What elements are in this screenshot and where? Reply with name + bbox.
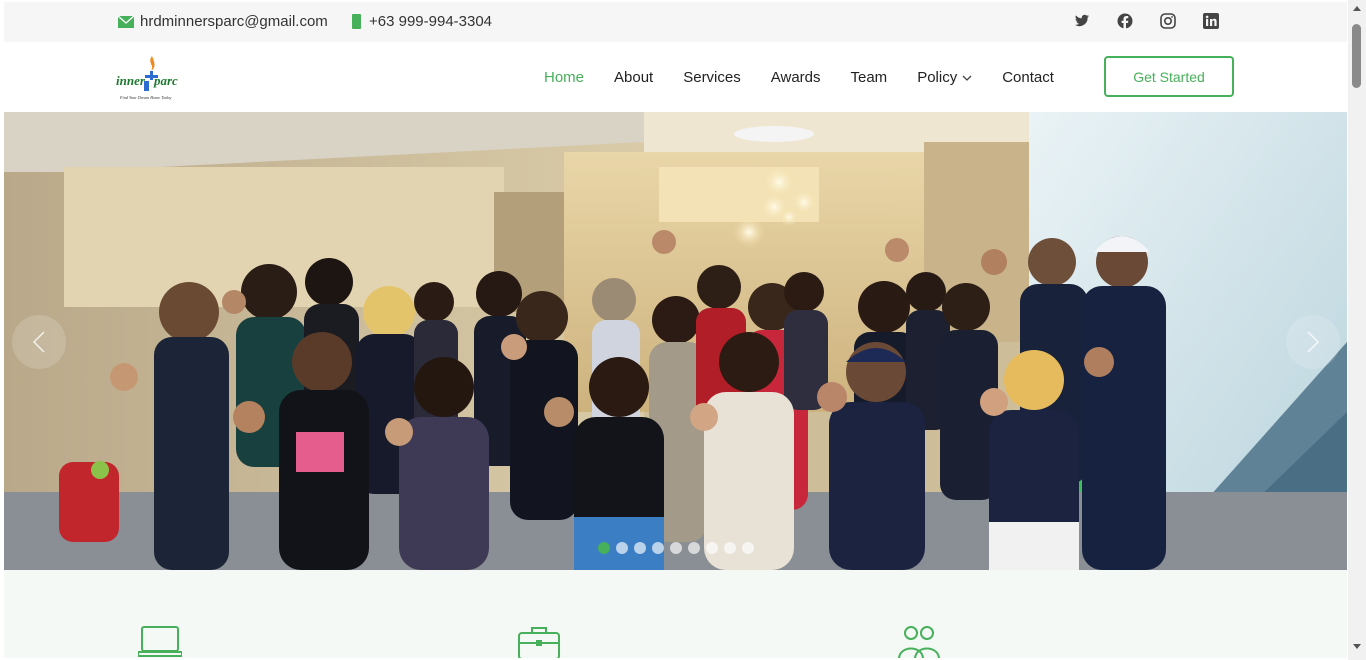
nav-item-policy[interactable]: Policy: [917, 69, 972, 86]
svg-text:inner: inner: [116, 73, 146, 88]
carousel-dot[interactable]: [706, 542, 718, 554]
carousel-next-button[interactable]: [1286, 315, 1340, 369]
people-icon: [898, 626, 940, 658]
carousel-indicators: [598, 542, 754, 554]
chevron-down-icon: [962, 75, 972, 81]
get-started-button[interactable]: Get Started: [1104, 56, 1234, 97]
email-link[interactable]: hrdminnersparc@gmail.com: [118, 13, 328, 30]
page: hrdminnersparc@gmail.com +63 999-994-330…: [4, 2, 1347, 658]
hero-carousel: [4, 112, 1347, 570]
nav-item-team[interactable]: Team: [851, 69, 888, 86]
linkedin-icon[interactable]: [1203, 13, 1219, 29]
features-section: [4, 570, 1347, 658]
carousel-dot[interactable]: [598, 542, 610, 554]
carousel-prev-button[interactable]: [12, 315, 66, 369]
laptop-icon: [138, 626, 182, 657]
carousel-dot[interactable]: [742, 542, 754, 554]
email-text: hrdminnersparc@gmail.com: [140, 13, 328, 30]
phone-link[interactable]: +63 999-994-3304: [352, 13, 492, 30]
carousel-dot[interactable]: [652, 542, 664, 554]
logo[interactable]: inner parc Find Your Dream Home Today: [116, 54, 186, 104]
nav-item-home[interactable]: Home: [544, 69, 584, 86]
scroll-down-arrow[interactable]: [1353, 644, 1361, 649]
nav-item-policy-label: Policy: [917, 69, 958, 86]
header: inner parc Find Your Dream Home Today Ho…: [4, 42, 1347, 112]
nav-item-awards[interactable]: Awards: [771, 69, 821, 86]
briefcase-icon: [518, 627, 560, 658]
nav-item-contact[interactable]: Contact: [1002, 69, 1054, 86]
phone-text: +63 999-994-3304: [369, 13, 493, 30]
chevron-right-icon: [1307, 331, 1320, 353]
envelope-icon: [118, 15, 134, 28]
carousel-dot[interactable]: [670, 542, 682, 554]
social-links: [1074, 13, 1219, 29]
phone-icon: [352, 14, 361, 29]
instagram-icon[interactable]: [1160, 13, 1176, 29]
scrollbar-thumb[interactable]: [1352, 24, 1361, 88]
topbar: hrdminnersparc@gmail.com +63 999-994-330…: [4, 2, 1347, 42]
main-nav: Home About Services Awards Team Policy C…: [544, 69, 1054, 86]
scroll-up-arrow[interactable]: [1353, 6, 1361, 11]
facebook-icon[interactable]: [1117, 13, 1133, 29]
twitter-icon[interactable]: [1074, 13, 1090, 29]
carousel-dot[interactable]: [688, 542, 700, 554]
logo-tagline: Find Your Dream Home Today: [119, 95, 172, 100]
nav-item-about[interactable]: About: [614, 69, 653, 86]
vertical-scrollbar[interactable]: [1348, 0, 1366, 660]
chevron-left-icon: [32, 331, 45, 353]
svg-text:parc: parc: [153, 73, 178, 88]
carousel-dot[interactable]: [616, 542, 628, 554]
nav-item-services[interactable]: Services: [683, 69, 741, 86]
hero-photo: [4, 112, 1347, 570]
carousel-dot[interactable]: [634, 542, 646, 554]
carousel-dot[interactable]: [724, 542, 736, 554]
